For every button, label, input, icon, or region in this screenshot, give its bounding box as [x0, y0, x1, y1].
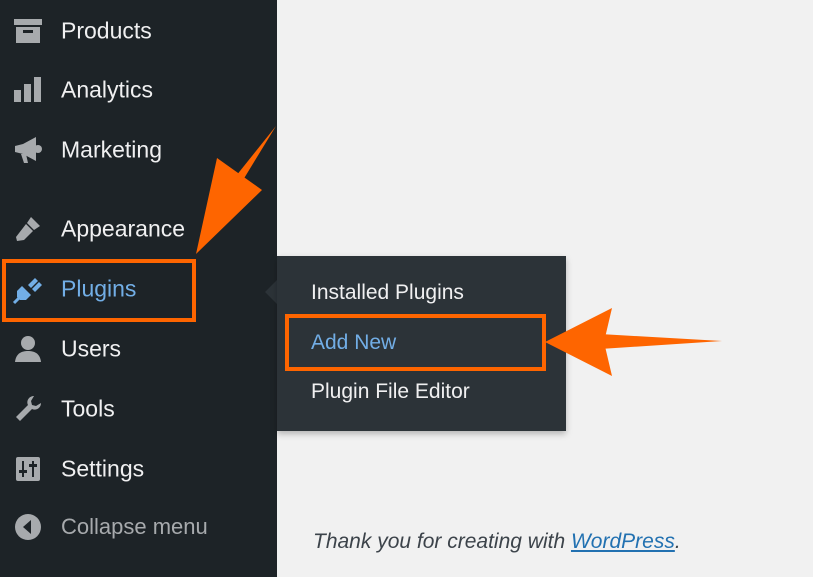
wrench-icon — [12, 393, 44, 425]
menu-item-settings[interactable]: Settings — [0, 441, 277, 497]
plugins-flyout-submenu: Installed Plugins Add New Plugin File Ed… — [277, 256, 566, 431]
menu-label: Marketing — [61, 136, 162, 163]
submenu-pointer — [265, 280, 277, 304]
paintbrush-icon — [12, 213, 44, 245]
megaphone-icon — [12, 134, 44, 166]
wordpress-link[interactable]: WordPress — [571, 530, 675, 553]
menu-item-marketing[interactable]: Marketing — [0, 122, 277, 178]
footer-text: Thank you for creating with — [313, 530, 571, 553]
bar-chart-icon — [12, 74, 44, 106]
menu-item-tools[interactable]: Tools — [0, 381, 277, 437]
collapse-menu-button[interactable]: Collapse menu — [0, 499, 277, 555]
menu-item-users[interactable]: Users — [0, 321, 277, 377]
arrow-to-add-new — [545, 308, 722, 376]
archive-icon — [12, 15, 44, 47]
menu-label: Users — [61, 335, 122, 362]
menu-label: Settings — [61, 455, 145, 482]
menu-label: Products — [61, 17, 152, 44]
footer-text-end: . — [674, 530, 681, 553]
sliders-icon — [12, 453, 44, 485]
menu-label: Tools — [61, 395, 115, 422]
collapse-menu-label: Collapse menu — [61, 514, 208, 539]
submenu-item-add-new[interactable]: Add New — [277, 318, 566, 368]
submenu-label: Installed Plugins — [311, 281, 464, 304]
submenu-label: Add New — [311, 331, 397, 354]
admin-sidebar: Products Analytics Marketing Appearance … — [0, 0, 277, 577]
submenu-label: Plugin File Editor — [311, 380, 470, 403]
menu-label: Appearance — [61, 215, 186, 242]
user-icon — [12, 333, 44, 365]
menu-label: Plugins — [61, 275, 137, 302]
menu-label: Analytics — [61, 76, 154, 103]
collapse-arrow-icon — [12, 511, 44, 543]
menu-item-plugins[interactable]: Plugins — [0, 261, 277, 317]
submenu-item-plugin-file-editor[interactable]: Plugin File Editor — [277, 367, 566, 417]
menu-item-appearance[interactable]: Appearance — [0, 201, 277, 257]
plug-icon — [12, 273, 44, 305]
submenu-item-installed-plugins[interactable]: Installed Plugins — [277, 268, 566, 318]
menu-item-analytics[interactable]: Analytics — [0, 62, 277, 118]
menu-item-products[interactable]: Products — [0, 3, 277, 59]
admin-footer-thankyou: Thank you for creating with WordPress. — [313, 530, 681, 554]
